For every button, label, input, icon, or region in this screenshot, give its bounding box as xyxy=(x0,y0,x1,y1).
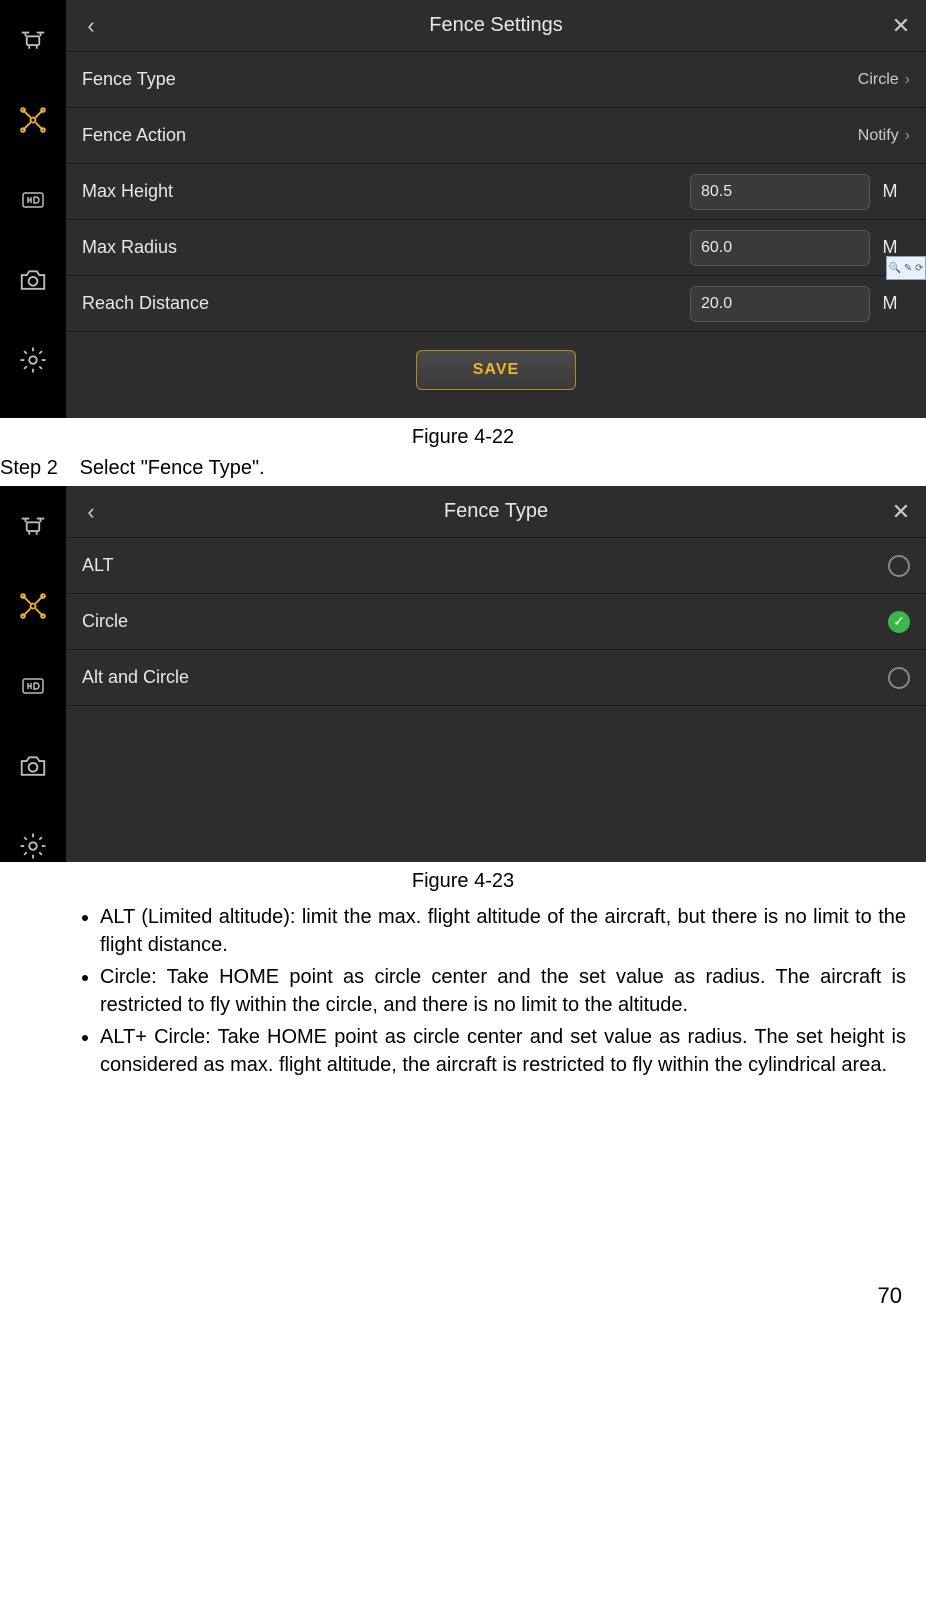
row-fence-type[interactable]: Fence Type Circle › xyxy=(66,52,926,108)
figure-caption-1: Figure 4-22 xyxy=(0,418,926,453)
settings-panel: ‹ Fence Settings ✕ Fence Type Circle › F… xyxy=(66,0,926,418)
gear-icon[interactable] xyxy=(17,830,49,862)
camera-icon[interactable] xyxy=(17,750,49,782)
option-label-alt: ALT xyxy=(82,555,888,576)
propeller-icon[interactable] xyxy=(17,104,49,136)
figure-caption-2: Figure 4-23 xyxy=(0,862,926,897)
label-max-height: Max Height xyxy=(82,181,690,202)
option-label-circle: Circle xyxy=(82,611,888,632)
bullet-alt: ALT (Limited altitude): limit the max. f… xyxy=(100,903,906,959)
row-max-radius: Max Radius M xyxy=(66,220,926,276)
camera-icon[interactable] xyxy=(17,264,49,296)
row-reach-distance: Reach Distance M xyxy=(66,276,926,332)
save-row: SAVE xyxy=(66,332,926,418)
back-icon[interactable]: ‹ xyxy=(66,499,116,525)
drone-icon[interactable] xyxy=(17,24,49,56)
unit-max-height: M xyxy=(870,181,910,202)
bullet-circle: Circle: Take HOME point as circle center… xyxy=(100,963,906,1019)
unit-max-radius: M xyxy=(870,237,910,258)
option-alt-and-circle[interactable]: Alt and Circle xyxy=(66,650,926,706)
value-fence-type: Circle xyxy=(858,71,899,89)
figure-fence-type: ‹ Fence Type ✕ ALT Circle ✓ Alt and Circ… xyxy=(0,486,926,862)
step-2-line: Step 2 Select "Fence Type". xyxy=(0,453,926,486)
gear-icon[interactable] xyxy=(17,344,49,376)
fence-type-panel: ‹ Fence Type ✕ ALT Circle ✓ Alt and Circ… xyxy=(66,486,926,862)
input-reach-distance[interactable] xyxy=(690,286,870,322)
radio-unchecked-icon xyxy=(888,667,910,689)
chevron-right-icon: › xyxy=(905,127,910,145)
row-fence-action[interactable]: Fence Action Notify › xyxy=(66,108,926,164)
figure-fence-settings: ‹ Fence Settings ✕ Fence Type Circle › F… xyxy=(0,0,926,418)
input-max-height[interactable] xyxy=(690,174,870,210)
hd-icon[interactable] xyxy=(17,184,49,216)
close-icon[interactable]: ✕ xyxy=(876,499,926,525)
step-label: Step 2 xyxy=(0,457,74,480)
hd-icon[interactable] xyxy=(17,670,49,702)
chevron-right-icon: › xyxy=(905,71,910,89)
page-number: 70 xyxy=(0,1083,926,1329)
back-icon[interactable]: ‹ xyxy=(66,13,116,39)
empty-space xyxy=(66,706,926,856)
label-max-radius: Max Radius xyxy=(82,237,690,258)
label-fence-action: Fence Action xyxy=(82,125,858,146)
panel-title: Fence Type xyxy=(116,500,876,523)
drone-icon[interactable] xyxy=(17,510,49,542)
row-max-height: Max Height M xyxy=(66,164,926,220)
panel-header: ‹ Fence Settings ✕ xyxy=(66,0,926,52)
save-button[interactable]: SAVE xyxy=(416,350,576,390)
bullet-list: ALT (Limited altitude): limit the max. f… xyxy=(0,897,926,1079)
bullet-alt-circle: ALT+ Circle: Take HOME point as circle c… xyxy=(100,1023,906,1079)
panel-title: Fence Settings xyxy=(116,14,876,37)
input-max-radius[interactable] xyxy=(690,230,870,266)
unit-reach-distance: M xyxy=(870,293,910,314)
propeller-icon[interactable] xyxy=(17,590,49,622)
option-label-alt-circle: Alt and Circle xyxy=(82,667,888,688)
label-reach-distance: Reach Distance xyxy=(82,293,690,314)
option-alt[interactable]: ALT xyxy=(66,538,926,594)
value-fence-action: Notify xyxy=(858,127,899,145)
label-fence-type: Fence Type xyxy=(82,69,858,90)
option-circle[interactable]: Circle ✓ xyxy=(66,594,926,650)
sidebar xyxy=(0,486,66,862)
panel-header: ‹ Fence Type ✕ xyxy=(66,486,926,538)
sidebar xyxy=(0,0,66,418)
watermark-badge: 🔍 ✎ ⟳ xyxy=(886,256,926,280)
radio-unchecked-icon xyxy=(888,555,910,577)
close-icon[interactable]: ✕ xyxy=(876,13,926,39)
radio-checked-icon: ✓ xyxy=(888,611,910,633)
step-text: Select "Fence Type". xyxy=(80,457,265,479)
